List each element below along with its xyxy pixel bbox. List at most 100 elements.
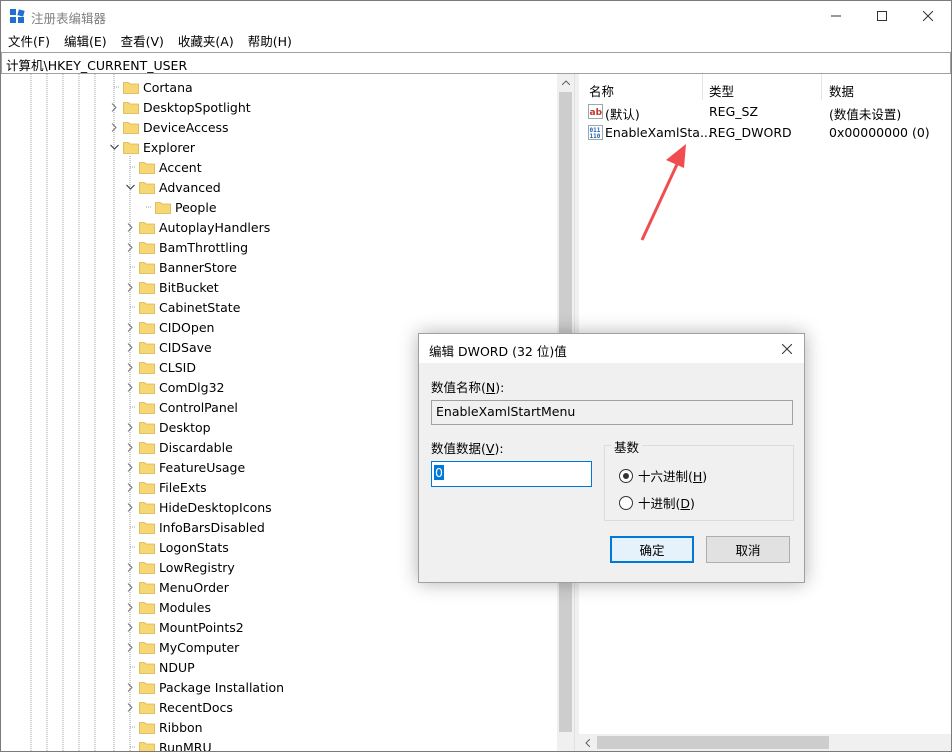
tree-item[interactable]: FeatureUsage [124,457,245,477]
radio-hexadecimal[interactable]: 十六进制(H) [619,466,707,485]
folder-icon [139,601,155,614]
tree-item[interactable]: CIDSave [124,337,212,357]
tree-item[interactable]: DeviceAccess [108,117,229,137]
chevron-right-icon[interactable] [124,701,136,713]
folder-icon [123,141,139,154]
tree-item[interactable]: BitBucket [124,277,219,297]
dialog-title-bar[interactable]: 编辑 DWORD (32 位)值 [419,334,804,363]
title-bar[interactable]: 注册表编辑器 [1,1,951,31]
tree-item[interactable]: Ribbon [124,717,203,737]
chevron-right-icon[interactable] [124,681,136,693]
chevron-right-icon[interactable] [124,481,136,493]
scroll-thumb[interactable] [597,736,829,749]
tree-item[interactable]: HideDesktopIcons [124,497,272,517]
tree-item[interactable]: RecentDocs [124,697,233,717]
chevron-right-icon[interactable] [124,621,136,633]
tree-connector [124,661,136,673]
tree-item[interactable]: CLSID [124,357,196,377]
menu-view[interactable]: 查看(V) [114,32,171,52]
tree-item[interactable]: CIDOpen [124,317,214,337]
tree-item[interactable]: LogonStats [124,537,229,557]
menu-help[interactable]: 帮助(H) [241,32,299,52]
chevron-right-icon[interactable] [124,581,136,593]
address-bar[interactable]: 计算机\HKEY_CURRENT_USER [1,52,951,74]
tree-item[interactable]: AutoplayHandlers [124,217,270,237]
base-label: 基数 [611,437,643,456]
value-name: EnableXamlSta... [605,125,712,140]
tree-item[interactable]: BannerStore [124,257,237,277]
menu-file[interactable]: 文件(F) [1,32,57,52]
tree-item[interactable]: MenuOrder [124,577,229,597]
list-horizontal-scrollbar[interactable] [579,734,951,751]
folder-icon [139,241,155,254]
value-data-input[interactable]: 0 [431,461,592,487]
maximize-button[interactable] [859,1,905,31]
column-divider[interactable] [702,74,703,100]
minimize-button[interactable] [813,1,859,31]
column-header-data[interactable]: 数据 [829,81,854,100]
chevron-right-icon[interactable] [124,641,136,653]
chevron-right-icon[interactable] [124,241,136,253]
tree-connector [124,541,136,553]
tree-item[interactable]: Advanced [124,177,221,197]
tree-item[interactable]: Modules [124,597,211,617]
tree-item[interactable]: Desktop [124,417,211,437]
tree-item[interactable]: NDUP [124,657,195,677]
tree-item[interactable]: LowRegistry [124,557,235,577]
tree-item-label: AutoplayHandlers [159,219,271,235]
tree-item[interactable]: Discardable [124,437,233,457]
list-row[interactable]: ab (默认) REG_SZ (数值未设置) [579,101,951,122]
chevron-right-icon[interactable] [124,341,136,353]
tree-item[interactable]: InfoBarsDisabled [124,517,265,537]
cancel-button[interactable]: 取消 [706,536,790,563]
tree-item-label: BannerStore [159,259,237,275]
tree-item[interactable]: FileExts [124,477,207,497]
close-button[interactable] [905,1,951,31]
scroll-up-button[interactable] [557,74,574,91]
chevron-right-icon[interactable] [124,321,136,333]
chevron-right-icon[interactable] [124,561,136,573]
chevron-right-icon[interactable] [108,121,120,133]
column-divider[interactable] [821,74,822,100]
chevron-right-icon[interactable] [124,601,136,613]
chevron-right-icon[interactable] [124,221,136,233]
tree-item[interactable]: Accent [124,157,202,177]
tree-item[interactable]: ComDlg32 [124,377,225,397]
tree-item[interactable]: ControlPanel [124,397,238,417]
folder-icon [139,481,155,494]
ok-button[interactable]: 确定 [610,536,694,563]
chevron-right-icon[interactable] [124,421,136,433]
chevron-down-icon[interactable] [108,141,120,153]
folder-icon [139,641,155,654]
column-header-name[interactable]: 名称 [589,81,614,100]
tree-item[interactable]: DesktopSpotlight [108,97,251,117]
tree-item[interactable]: BamThrottling [124,237,248,257]
tree-item[interactable]: MountPoints2 [124,617,244,637]
tree-item[interactable]: People [140,197,217,217]
scroll-left-button[interactable] [579,734,596,751]
folder-icon [139,321,155,334]
chevron-right-icon[interactable] [124,361,136,373]
column-header-type[interactable]: 类型 [709,81,734,100]
chevron-down-icon[interactable] [124,181,136,193]
tree-item[interactable]: MyComputer [124,637,239,657]
tree-item[interactable]: Cortana [108,77,193,97]
list-row[interactable]: 011 110 EnableXamlSta... REG_DWORD 0x000… [579,122,951,143]
chevron-right-icon[interactable] [108,101,120,113]
chevron-right-icon[interactable] [124,281,136,293]
chevron-right-icon[interactable] [124,441,136,453]
tree-item[interactable]: RunMRU [124,737,212,751]
dialog-close-button[interactable] [770,334,804,363]
chevron-up-icon [561,80,570,85]
tree-item[interactable]: Package Installation [124,677,284,697]
chevron-right-icon[interactable] [124,381,136,393]
chevron-right-icon[interactable] [124,501,136,513]
tree-item[interactable]: Explorer [108,137,195,157]
folder-icon [139,361,155,374]
value-name-text: EnableXamlStartMenu [436,404,576,419]
tree-item[interactable]: CabinetState [124,297,240,317]
chevron-right-icon[interactable] [124,461,136,473]
menu-edit[interactable]: 编辑(E) [57,32,114,52]
radio-decimal[interactable]: 十进制(D) [619,493,695,512]
menu-favorites[interactable]: 收藏夹(A) [171,32,241,52]
